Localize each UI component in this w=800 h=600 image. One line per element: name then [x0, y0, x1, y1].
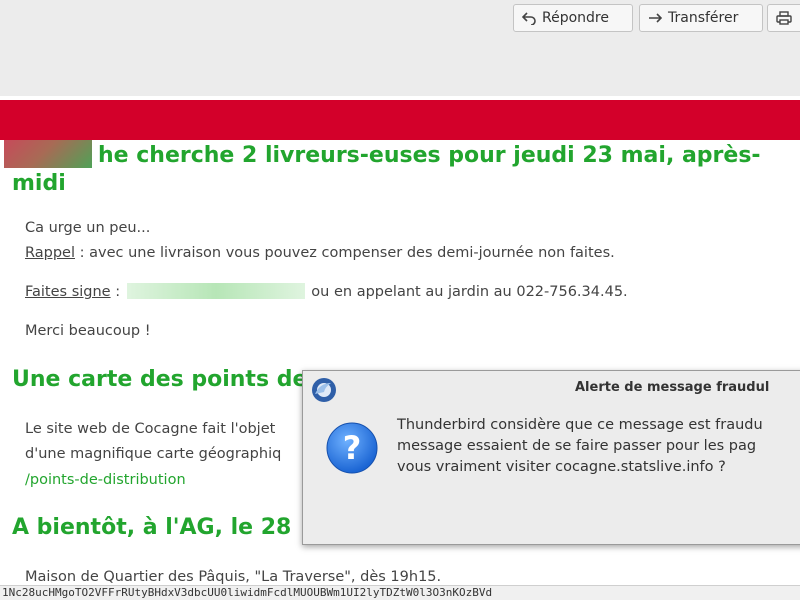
- question-icon: ?: [325, 421, 379, 475]
- reply-icon: [522, 11, 536, 25]
- dialog-message-line-1: Thunderbird considère que ce message est…: [397, 417, 763, 433]
- print-icon: [776, 11, 792, 25]
- dialog-message: Thunderbird considère que ce message est…: [397, 415, 763, 478]
- heading-carte: Une carte des points de: [12, 367, 308, 392]
- heading-ag: A bientôt, à l'AG, le 28: [12, 515, 292, 540]
- rappel-text: : avec une livraison vous pouvez compens…: [75, 245, 615, 261]
- paragraph-ag-location: Maison de Quartier des Pâquis, "La Trave…: [25, 569, 442, 585]
- redacted-email-link[interactable]: [126, 283, 305, 299]
- print-button[interactable]: [767, 4, 800, 32]
- fraud-alert-dialog[interactable]: Alerte de message fraudul ? Thunderbird …: [302, 370, 800, 545]
- heading-livreurs: he cherche 2 livreurs-euses pour jeudi 2…: [4, 140, 797, 198]
- paragraph-faites-signe: Faites signe : ou en appelant au jardin …: [25, 282, 628, 302]
- faites-prefix: :: [110, 284, 125, 300]
- paragraph-carte-2: d'une magnifique carte géographiq: [25, 446, 282, 462]
- reply-button[interactable]: Répondre: [513, 4, 633, 32]
- rappel-label: Rappel: [25, 245, 75, 261]
- faites-label: Faites signe: [25, 284, 111, 300]
- heading-livreurs-text: he cherche 2 livreurs-euses pour jeudi 2…: [12, 143, 761, 196]
- dialog-message-line-2: message essaient de se faire passer pour…: [397, 438, 757, 454]
- thunderbird-icon: [311, 377, 337, 403]
- paragraph-thanks: Merci beaucoup !: [25, 323, 151, 339]
- forward-label: Transférer: [668, 10, 739, 26]
- newsletter-banner: [0, 100, 800, 140]
- redacted-block: [4, 140, 92, 168]
- faites-suffix: ou en appelant au jardin au 022-756.34.4…: [306, 284, 628, 300]
- dialog-titlebar[interactable]: Alerte de message fraudul: [303, 371, 800, 405]
- dialog-message-line-3: vous vraiment visiter cocagne.statslive.…: [397, 459, 726, 475]
- message-toolbar: Répondre Transférer: [0, 0, 800, 96]
- paragraph-rappel: Rappel : avec une livraison vous pouvez …: [25, 243, 615, 263]
- paragraph-carte-1: Le site web de Cocagne fait l'objet: [25, 421, 276, 437]
- forward-icon: [648, 11, 662, 25]
- status-bar-url: 1Nc28ucHMgoTO2VFFrRUtyBHdxV3dbcUU0liwidm…: [0, 585, 800, 600]
- svg-text:?: ?: [343, 429, 362, 467]
- points-distribution-link[interactable]: /points-de-distribution: [25, 470, 186, 490]
- forward-button[interactable]: Transférer: [639, 4, 763, 32]
- reply-label: Répondre: [542, 10, 609, 26]
- dialog-title: Alerte de message fraudul: [575, 380, 770, 395]
- paragraph-urge: Ca urge un peu...: [25, 220, 151, 236]
